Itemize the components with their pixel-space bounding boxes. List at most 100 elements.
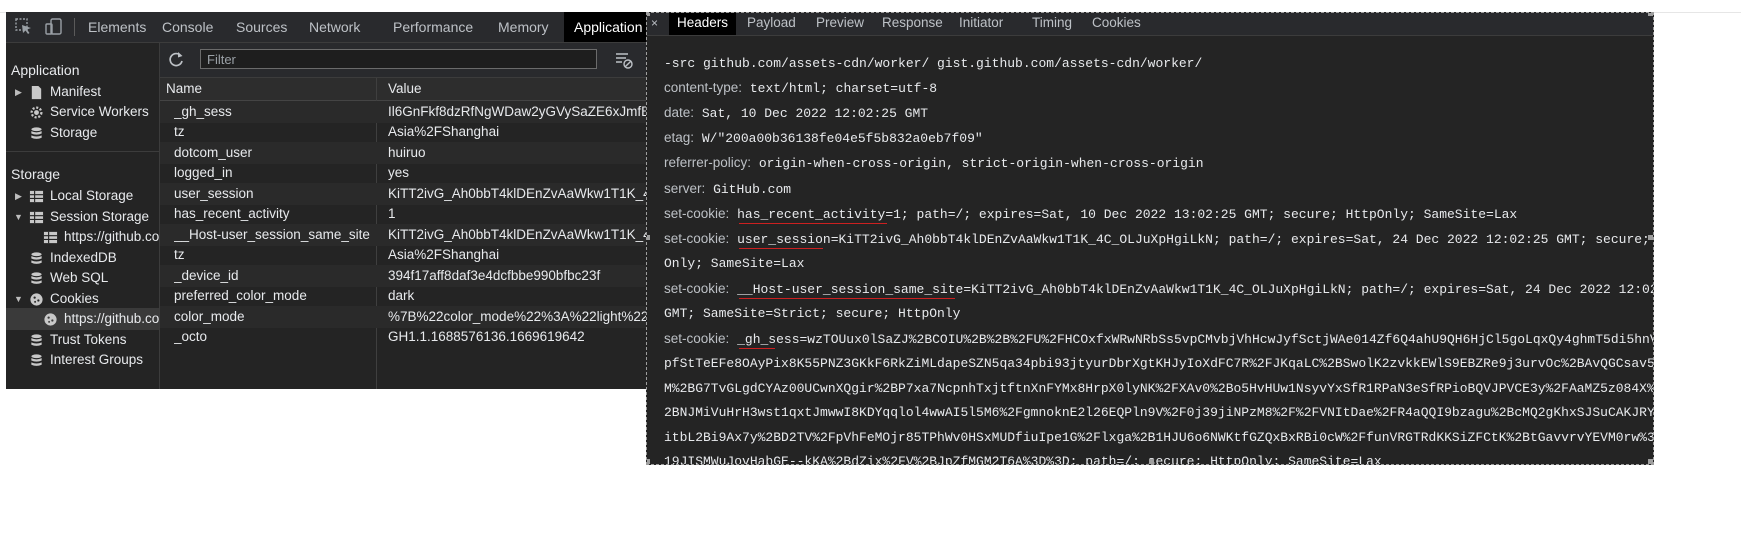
resize-handle[interactable]: [1149, 459, 1154, 464]
tab-timing[interactable]: Timing: [1024, 13, 1080, 35]
sidebar-item-label: Manifest: [50, 84, 102, 99]
cookie-icon: [29, 292, 44, 307]
device-toolbar-icon[interactable]: [44, 17, 64, 37]
header-line-set-cookie: set-cookie: has_recent_activity=1; path=…: [664, 206, 1518, 222]
sidebar-item-label: Interest Groups: [50, 352, 144, 367]
header-line-set-cookie: set-cookie: __Host-user_session_same_sit…: [664, 281, 1654, 297]
sidebar-item-label: https://github.co: [64, 311, 160, 326]
tab-memory[interactable]: Memory: [488, 12, 559, 42]
inspect-element-icon[interactable]: [14, 17, 34, 37]
sidebar-item-cookies[interactable]: ▼ Cookies: [6, 288, 159, 310]
sidebar-item-label: Service Workers: [50, 104, 149, 119]
refresh-icon[interactable]: [166, 50, 186, 70]
expand-arrow-icon[interactable]: ▶: [15, 185, 25, 207]
header-line-continuation: 19JISMWuJovHabGE--kKA%2BdZix%2FV%2BJpZfM…: [664, 454, 1382, 465]
collapse-arrow-icon[interactable]: ▼: [14, 288, 24, 310]
table-row[interactable]: logged_in yes: [160, 162, 654, 184]
sidebar-item-local-storage[interactable]: ▶ Local Storage: [6, 185, 159, 207]
sidebar-item-web-sql[interactable]: Web SQL: [6, 267, 159, 289]
header-line-continuation: Only; SameSite=Lax: [664, 256, 805, 271]
resize-handle[interactable]: [647, 235, 650, 240]
resize-handle[interactable]: [1648, 459, 1653, 464]
header-line: content-type: text/html; charset=utf-8: [664, 80, 938, 96]
response-headers-popup: × Headers Payload Preview Response Initi…: [646, 12, 1654, 465]
grid-icon: [29, 210, 44, 225]
tab-sources[interactable]: Sources: [226, 12, 297, 42]
tab-performance[interactable]: Performance: [383, 12, 483, 42]
sidebar-item-service-workers[interactable]: Service Workers: [6, 101, 159, 123]
sidebar-item-label: Session Storage: [50, 209, 150, 224]
sidebar-item-manifest[interactable]: ▶ Manifest: [6, 81, 159, 103]
header-line: referrer-policy: origin-when-cross-origi…: [664, 155, 1204, 171]
sidebar-heading-application: Application: [11, 62, 80, 78]
header-line: -src github.com/assets-cdn/worker/ gist.…: [664, 56, 1203, 71]
table-row[interactable]: dotcom_user huiruo: [160, 142, 654, 164]
header-line-continuation: 2BNJMiVuHrH3wst1qxtJmwwI8KDYqqlol4wwAI5l…: [664, 405, 1654, 420]
red-underline-annotation: [739, 298, 955, 299]
grid-icon: [29, 189, 44, 204]
sidebar-item-label: https://github.co: [64, 229, 160, 244]
header-line-continuation: pfStTeEFe8OAyPix8K55PNZ3GKkF6RkZiMLdapeS…: [664, 356, 1654, 371]
tab-initiator[interactable]: Initiator: [951, 13, 1011, 35]
tab-network[interactable]: Network: [299, 12, 370, 42]
table-row[interactable]: _device_id 394f17aff8daf3e4dcfbbe990bfbc2…: [160, 265, 654, 287]
filter-toolbar: [160, 43, 654, 78]
file-icon: [29, 85, 44, 100]
sidebar-item-session-origin[interactable]: https://github.co: [6, 226, 159, 248]
close-icon[interactable]: ×: [651, 13, 658, 33]
sidebar-item-label: Cookies: [50, 291, 99, 306]
tab-preview[interactable]: Preview: [808, 13, 872, 35]
database-icon: [29, 251, 44, 266]
sidebar-item-interest-groups[interactable]: Interest Groups: [6, 349, 159, 371]
table-row[interactable]: has_recent_activity 1: [160, 203, 654, 225]
request-detail-tabbar: × Headers Payload Preview Response Initi…: [647, 13, 1653, 36]
table-row[interactable]: __Host-user_session_same_site KiTT2ivG_Ah…: [160, 224, 654, 246]
red-underline-annotation: [739, 223, 887, 224]
resize-handle[interactable]: [1648, 235, 1653, 240]
tab-application[interactable]: Application: [564, 12, 653, 42]
sidebar-item-storage[interactable]: Storage: [6, 122, 159, 144]
tab-cookies[interactable]: Cookies: [1084, 13, 1149, 35]
header-line: etag: W/"200a00b36138fe04e5f5b832a0eb7f0…: [664, 130, 983, 146]
tab-payload[interactable]: Payload: [739, 13, 804, 35]
table-row[interactable]: tz Asia%2FShanghai: [160, 121, 654, 143]
sidebar-item-session-storage[interactable]: ▼ Session Storage: [6, 206, 159, 228]
application-sidebar: Application ▶ Manifest Service Workers S…: [6, 43, 160, 389]
tab-headers[interactable]: Headers: [669, 13, 737, 35]
header-line: server: GitHub.com: [664, 181, 792, 197]
sidebar-heading-storage: Storage: [11, 166, 61, 182]
tab-response[interactable]: Response: [874, 13, 951, 35]
sidebar-item-trust-tokens[interactable]: Trust Tokens: [6, 329, 159, 351]
sidebar-item-label: IndexedDB: [50, 250, 117, 265]
table-row[interactable]: color_mode %7B%22color_mode%22%3A%22light…: [160, 306, 654, 328]
sidebar-item-cookies-origin[interactable]: https://github.co: [6, 308, 159, 330]
database-icon: [29, 333, 44, 348]
collapse-arrow-icon[interactable]: ▼: [14, 206, 24, 228]
resize-handle[interactable]: [1648, 13, 1653, 16]
table-row[interactable]: _octo GH1.1.1688576136.1669619642: [160, 326, 654, 348]
database-icon: [29, 126, 44, 141]
resize-handle[interactable]: [647, 459, 650, 464]
header-line-set-cookie: set-cookie: user_session=KiTT2ivG_Ah0bbT…: [664, 231, 1654, 247]
resize-handle[interactable]: [647, 13, 650, 16]
table-row[interactable]: preferred_color_mode dark: [160, 285, 654, 307]
toolbar-separator: [74, 18, 75, 36]
column-header-value[interactable]: Value: [388, 78, 422, 100]
sidebar-item-indexeddb[interactable]: IndexedDB: [6, 247, 159, 269]
table-row[interactable]: tz Asia%2FShanghai: [160, 244, 654, 266]
table-row[interactable]: user_session KiTT2ivG_Ah0bbT4klDEnZvAaWkw…: [160, 183, 654, 205]
column-header-name[interactable]: Name: [166, 78, 202, 100]
cookies-table-body: _gh_sess Il6GnFkf8dzRfNgWDaw2yGVySaZE6xJm…: [160, 101, 654, 389]
tab-elements[interactable]: Elements: [78, 12, 156, 42]
table-row[interactable]: _gh_sess Il6GnFkf8dzRfNgWDaw2yGVySaZE6xJm…: [160, 101, 654, 123]
devtools-tabbar: Elements Console Sources Network Perform…: [6, 12, 654, 43]
cookies-panel: Name Value _gh_sessIl6GnFkf8dzRfNgWDaw2y…: [160, 43, 654, 389]
expand-arrow-icon[interactable]: ▶: [15, 81, 25, 103]
tab-console[interactable]: Console: [152, 12, 223, 42]
header-line-continuation: itbL2Bi9Ax7y%2BD2TV%2FpVhFeMOjr85TPhWv0H…: [664, 430, 1654, 445]
red-underline-annotation: [739, 348, 775, 349]
filter-input[interactable]: [200, 49, 597, 69]
clear-filtered-cookies-icon[interactable]: [614, 50, 634, 70]
database-icon: [29, 353, 44, 368]
gear-icon: [29, 105, 44, 120]
